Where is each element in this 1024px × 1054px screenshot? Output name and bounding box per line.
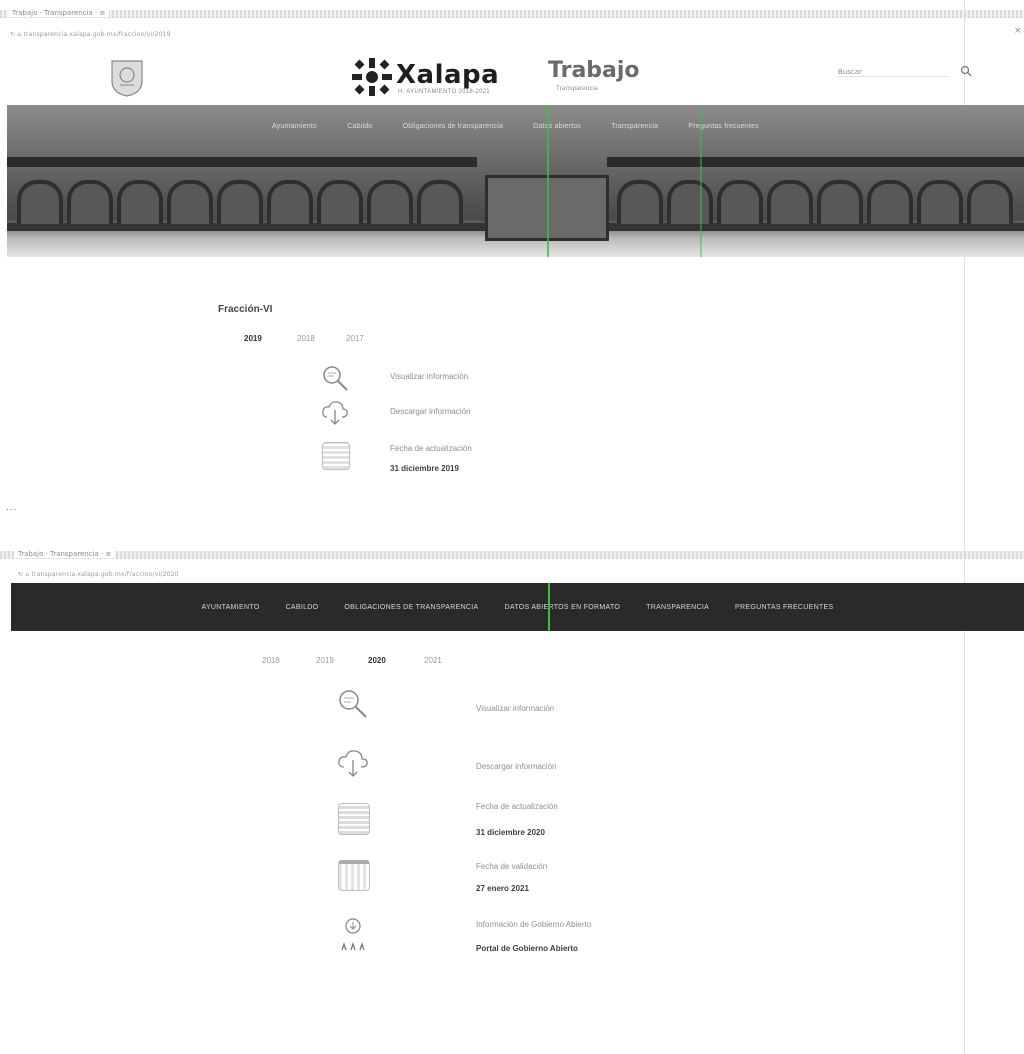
update-date-value: 31 diciembre 2019 [390,464,459,473]
nav-item[interactable]: Preguntas frecuentes [688,123,759,130]
section-subtitle: Transparencia [556,86,599,92]
calendar-update-icon [338,803,370,835]
year-tab-2018[interactable]: 2018 [297,334,315,343]
browser-tab-strip [0,10,1024,18]
view-info-link[interactable]: Visualizar información [476,704,554,713]
open-government-icon[interactable] [336,916,370,957]
scan-artifact [547,105,549,257]
open-gov-link[interactable]: Portal de Gobierno Abierto [476,944,578,953]
main-nav: AYUNTAMIENTO CABILDO OBLIGACIONES DE TRA… [11,583,1024,631]
browser-tab[interactable]: Trabajo · Transparencia · ≡ [8,9,110,17]
nav-item[interactable]: OBLIGACIONES DE TRANSPARENCIA [344,604,478,611]
calendar-validation-icon [338,860,370,891]
calendar-icon [322,442,350,470]
open-gov-label: Información de Gobierno Abierto [476,920,592,929]
municipal-seal-icon [108,57,146,97]
validation-date-value: 27 enero 2021 [476,884,529,893]
xalapa-logo-icon [350,56,394,98]
hero-nav: Ayuntamiento Cabildo Obligaciones de tra… [7,123,1024,130]
search-icon[interactable] [960,64,972,82]
year-tab-2021[interactable]: 2021 [424,656,442,665]
page-title: Fracción-VI [218,304,273,315]
download-info-link[interactable]: Descargar información [476,762,556,771]
year-tab-2019[interactable]: 2019 [244,334,262,343]
update-date-label: Fecha de actualización [476,802,558,811]
section-title: Trabajo [548,58,640,83]
cloud-download-icon[interactable] [320,397,350,432]
nav-item[interactable]: DATOS ABIERTOS EN FORMATO [505,604,621,611]
address-bar[interactable]: ↻ ⌂ transparencia.xalapa.gob.mx/fraccion… [18,571,179,578]
separator-text: ... [6,502,18,513]
download-info-link[interactable]: Descargar información [390,407,470,416]
year-tab-2019[interactable]: 2019 [316,656,334,665]
validation-date-label: Fecha de validación [476,862,548,871]
nav-item[interactable]: Transparencia [611,123,658,130]
nav-item[interactable]: Ayuntamiento [272,123,317,130]
nav-item[interactable]: PREGUNTAS FRECUENTES [735,604,833,611]
year-tab-2017[interactable]: 2017 [346,334,364,343]
cloud-download-icon[interactable] [336,746,370,783]
brand-subtitle: H. AYUNTAMIENTO 2018-2021 [398,89,490,95]
close-icon[interactable]: × [1014,26,1022,36]
scan-artifact [700,105,702,257]
year-tab-2018[interactable]: 2018 [262,656,280,665]
nav-item[interactable]: CABILDO [286,604,319,611]
nav-item[interactable]: TRANSPARENCIA [646,604,709,611]
view-info-link[interactable]: Visualizar información [390,372,468,381]
magnifier-document-icon[interactable] [320,363,350,398]
nav-item[interactable]: Datos abiertos [533,123,581,130]
scan-artifact [548,583,550,631]
update-date-label: Fecha de actualización [390,444,472,453]
hero-banner: Ayuntamiento Cabildo Obligaciones de tra… [7,105,1024,257]
magnifier-document-icon[interactable] [335,686,369,725]
browser-tab[interactable]: Trabajo · Transparencia · ≡ [14,550,116,558]
update-date-value: 31 diciembre 2020 [476,828,545,837]
brand-title: Xalapa [396,60,500,90]
nav-item[interactable]: AYUNTAMIENTO [202,604,260,611]
nav-item[interactable]: Cabildo [347,123,372,130]
address-bar[interactable]: ↻ ⌂ transparencia.xalapa.gob.mx/fraccion… [10,31,171,38]
nav-item[interactable]: Obligaciones de transparencia [403,123,503,130]
search-input[interactable]: Buscar [838,68,948,77]
browser-tab-strip [0,551,1024,559]
year-tab-2020[interactable]: 2020 [368,656,386,665]
